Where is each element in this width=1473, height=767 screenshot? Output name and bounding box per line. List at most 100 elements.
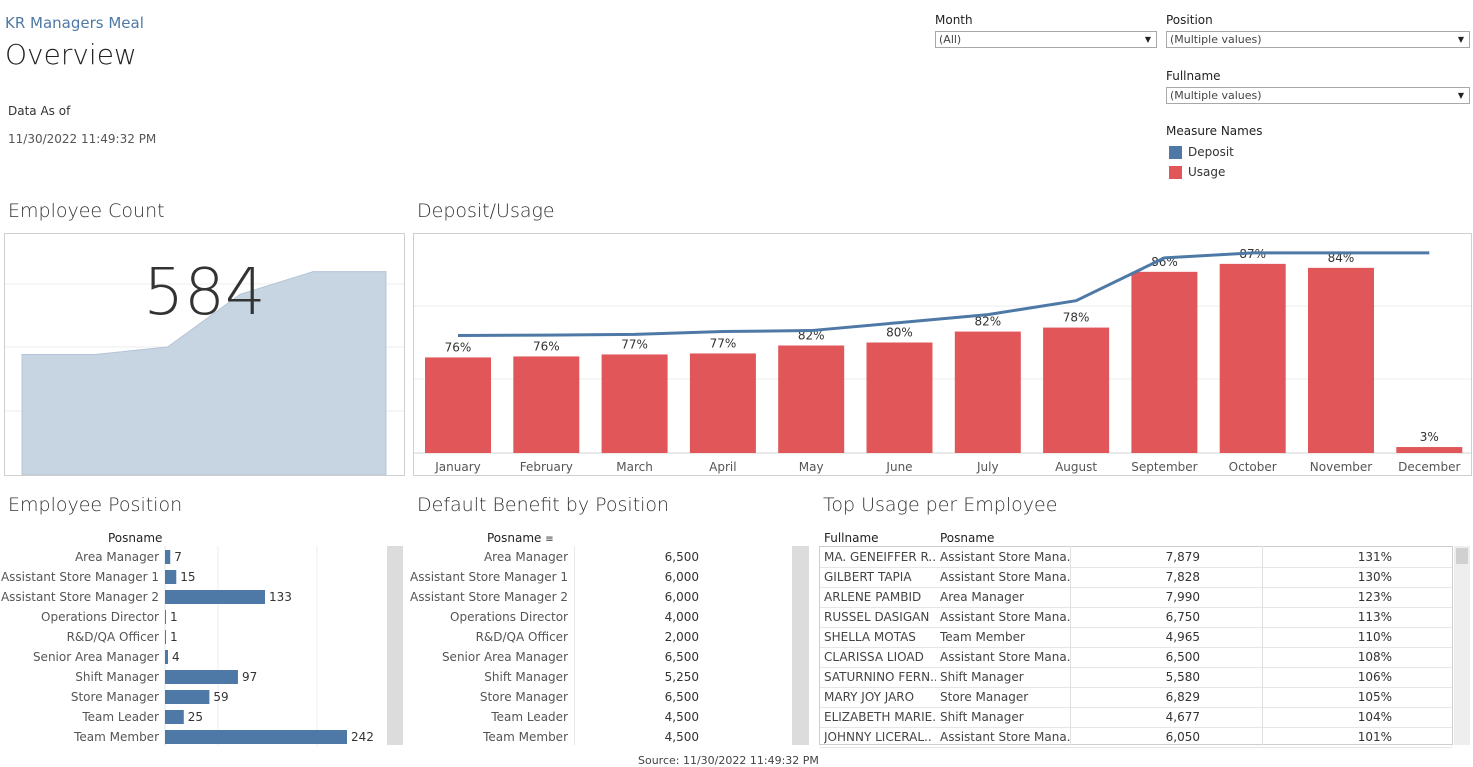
usage-bar[interactable] [601, 354, 668, 453]
fullname-filter-dropdown[interactable]: (Multiple values) ▼ [1166, 87, 1470, 104]
table-row[interactable]: GILBERT TAPIA Assistant Store Mana.. 7,828… [820, 567, 1452, 588]
cell-amount: 7,828 [1165, 570, 1200, 584]
cell-amount: 6,500 [1165, 650, 1200, 664]
cell-fullname: CLARISSA LIOAD [824, 650, 924, 664]
usage-bar[interactable] [954, 331, 1021, 453]
position-bar[interactable] [165, 650, 169, 664]
legend-swatch-usage [1169, 165, 1182, 179]
x-tick-label: April [709, 460, 736, 474]
y-tick-label: Senior Area Manager [33, 650, 159, 664]
top-usage-title: Top Usage per Employee [823, 494, 1058, 516]
chevron-down-icon: ▼ [1457, 91, 1464, 100]
position-bar[interactable] [165, 590, 266, 604]
table-row[interactable]: SATURNINO FERN.. Shift Manager 5,580 106% [820, 667, 1452, 688]
legend-item-deposit[interactable]: Deposit [1169, 143, 1234, 161]
position-bar[interactable] [165, 730, 347, 744]
table-row[interactable]: MA. GENEIFFER R... Assistant Store Mana..… [820, 547, 1452, 568]
position-bar[interactable] [165, 690, 210, 704]
usage-bar[interactable] [1308, 267, 1374, 453]
sort-icon[interactable]: ≡ [545, 534, 553, 545]
table-row[interactable]: JOHNNY LICERAL.. Assistant Store Mana.. 6,… [820, 727, 1452, 748]
benefit-row-value: 4,000 [664, 610, 699, 624]
cell-amount: 5,580 [1165, 670, 1200, 684]
usage-bar[interactable] [1396, 447, 1463, 453]
bar-data-label: 25 [188, 710, 203, 724]
month-filter-value: (All) [939, 33, 962, 46]
y-tick-label: Team Member [73, 730, 159, 744]
month-filter-dropdown[interactable]: (All) ▼ [935, 31, 1157, 48]
x-tick-label: December [1398, 460, 1460, 474]
bar-data-label: 133 [269, 590, 292, 604]
chevron-down-icon: ▼ [1144, 35, 1151, 44]
table-row[interactable]: ARLENE PAMBID Area Manager 7,990 123% [820, 587, 1452, 608]
table-row[interactable]: CLARISSA LIOAD Assistant Store Mana.. 6,50… [820, 647, 1452, 668]
default-benefit-header[interactable]: Posname ≡ [487, 531, 554, 545]
default-benefit-scrollbar[interactable] [792, 546, 809, 745]
position-bar[interactable] [165, 610, 166, 624]
cell-posname: Assistant Store Mana.. [940, 550, 1070, 564]
cell-fullname: SATURNINO FERN.. [824, 670, 936, 684]
table-row[interactable]: ELIZABETH MARIE.. Shift Manager 4,677 104% [820, 707, 1452, 728]
bar-data-label: 80% [886, 326, 913, 340]
cell-percent: 123% [1357, 590, 1392, 604]
table-row[interactable]: RUSSEL DASIGAN Assistant Store Mana.. 6,75… [820, 607, 1452, 628]
cell-posname: Area Manager [940, 590, 1025, 604]
benefit-row-value: 5,250 [664, 670, 699, 684]
usage-bar[interactable] [778, 345, 845, 453]
x-tick-label: August [1055, 460, 1097, 474]
usage-bar[interactable] [1131, 271, 1198, 453]
y-tick-label: Shift Manager [75, 670, 159, 684]
scrollbar-thumb[interactable] [1456, 548, 1468, 564]
position-bar[interactable] [165, 550, 171, 564]
y-tick-label: Area Manager [75, 550, 159, 564]
top-usage-header-posname: Posname [940, 531, 995, 545]
y-tick-label: Assistant Store Manager 1 [1, 570, 159, 584]
bar-data-label: 59 [213, 690, 228, 704]
x-tick-label: October [1229, 460, 1277, 474]
x-tick-label: January [434, 460, 481, 474]
deposit-usage-title: Deposit/Usage [417, 200, 555, 222]
legend-item-usage[interactable]: Usage [1169, 163, 1234, 181]
bar-data-label: 76% [445, 340, 472, 354]
deposit-usage-chart: 76%January76%February77%March77%April82%… [414, 247, 1471, 474]
default-benefit-title: Default Benefit by Position [417, 494, 670, 516]
usage-bar[interactable] [866, 342, 933, 453]
position-bar[interactable] [165, 570, 177, 584]
table-row[interactable]: MARY JOY JARO Store Manager 6,829 105% [820, 687, 1452, 708]
usage-bar[interactable] [513, 356, 580, 453]
cell-amount: 7,990 [1165, 590, 1200, 604]
benefit-row-posname: Team Member [483, 730, 568, 744]
usage-bar[interactable] [1219, 263, 1286, 453]
benefit-row-posname: R&D/QA Officer [475, 630, 568, 644]
top-usage-scrollbar[interactable] [1454, 546, 1470, 745]
cell-percent: 104% [1357, 710, 1392, 724]
cell-percent: 108% [1357, 650, 1392, 664]
top-usage-header-fullname: Fullname [824, 531, 879, 545]
usage-bar[interactable] [425, 357, 491, 453]
position-bar[interactable] [165, 630, 166, 644]
table-row[interactable]: SHELLA MOTAS Team Member 4,965 110% [820, 627, 1452, 648]
bar-data-label: 3% [1420, 430, 1439, 444]
employee-count-panel: 584 [4, 233, 405, 476]
position-bar[interactable] [165, 670, 238, 684]
legend: Deposit Usage [1169, 143, 1234, 181]
cell-amount: 4,677 [1165, 710, 1200, 724]
cell-posname: Assistant Store Mana.. [940, 650, 1070, 664]
cell-posname: Store Manager [940, 690, 1029, 704]
cell-fullname: MA. GENEIFFER R... [824, 550, 936, 564]
x-tick-label: June [885, 460, 912, 474]
employee-position-scrollbar[interactable] [387, 546, 403, 745]
position-bar[interactable] [165, 710, 184, 724]
usage-bar[interactable] [689, 353, 756, 453]
bar-data-label: 1 [170, 610, 178, 624]
benefit-row-posname: Team Leader [491, 710, 568, 724]
cell-fullname: SHELLA MOTAS [824, 630, 916, 644]
position-filter-dropdown[interactable]: (Multiple values) ▼ [1166, 31, 1470, 48]
cell-posname: Assistant Store Mana.. [940, 730, 1070, 744]
benefit-row-value: 4,500 [664, 710, 699, 724]
benefit-row-value: 6,500 [664, 550, 699, 564]
month-filter-label: Month [935, 13, 973, 27]
cell-percent: 131% [1357, 550, 1392, 564]
cell-percent: 105% [1357, 690, 1392, 704]
usage-bar[interactable] [1043, 327, 1110, 453]
